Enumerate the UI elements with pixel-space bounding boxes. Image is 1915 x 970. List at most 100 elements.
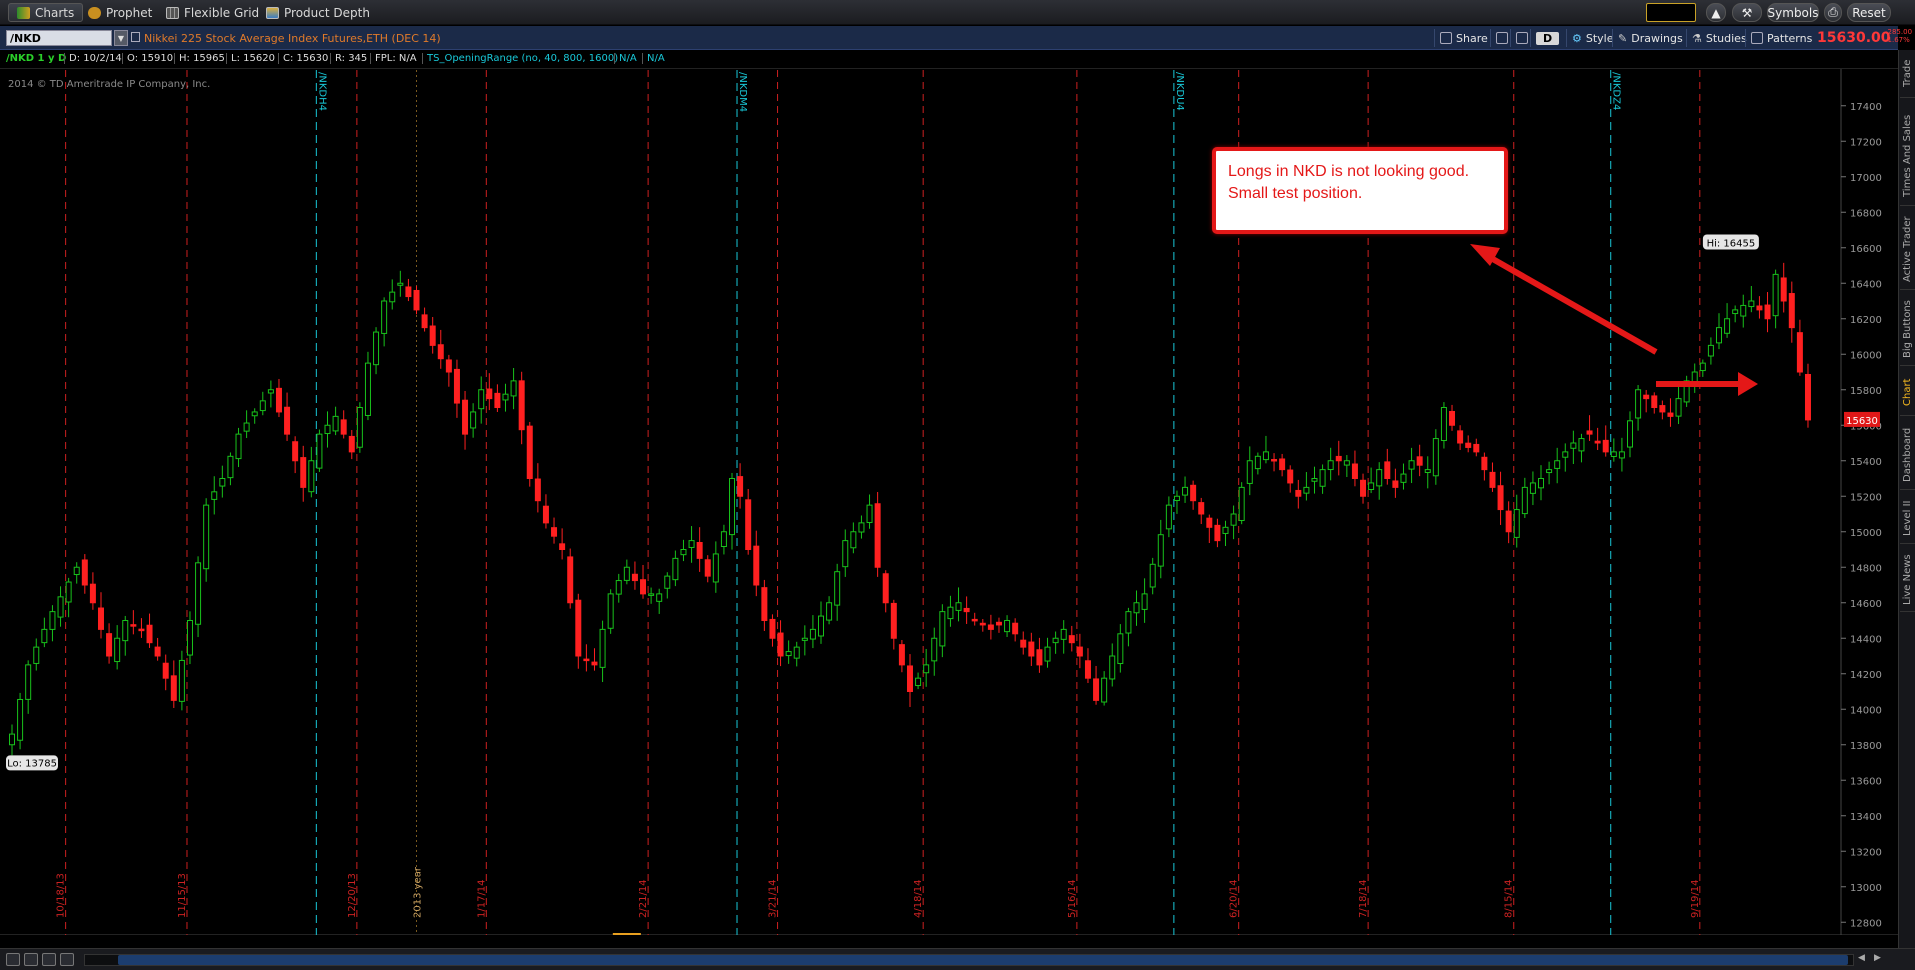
candle-body [648, 593, 655, 596]
candle-body [963, 607, 970, 613]
scrollbar-thumb[interactable] [118, 955, 1848, 965]
candle-body [1699, 362, 1706, 372]
magnifier-icon[interactable] [42, 953, 56, 966]
candle-body [1635, 389, 1642, 419]
candle-body [1643, 394, 1650, 400]
patterns-icon [1751, 32, 1763, 44]
symbol-period[interactable]: /NKD 1 y D [6, 53, 66, 64]
side-tab-active-trader[interactable]: Active Trader [1900, 210, 1915, 290]
drawing-tool-icon[interactable] [60, 953, 74, 966]
candle-body [591, 661, 598, 666]
zoom-in-icon[interactable] [6, 953, 20, 966]
printer-icon[interactable]: ⎙ [1824, 3, 1842, 22]
annotation-arrow-head [1738, 372, 1758, 396]
chart-status-bar: ◀ ▶ [0, 948, 1915, 970]
side-tab-times-and-sales[interactable]: Times And Sales [1900, 106, 1915, 206]
studies-button[interactable]: ⚗ Studies [1686, 29, 1752, 47]
side-tab-big-buttons[interactable]: Big Buttons [1900, 294, 1915, 366]
candle-body [1432, 438, 1439, 477]
tab-flexible-grid[interactable]: Flexible Grid [158, 3, 267, 22]
candle-body [397, 282, 404, 286]
candle-body [17, 698, 24, 741]
candle-body [955, 602, 962, 611]
scroll-right-icon[interactable]: ▶ [1874, 953, 1881, 963]
candle-body [672, 557, 679, 581]
symbol-description: Nikkei 225 Stock Average Index Futures,E… [144, 32, 441, 45]
candle-body [1546, 469, 1553, 474]
candle-body [664, 575, 671, 589]
candle-body [1521, 486, 1528, 515]
candle-body [890, 602, 897, 639]
link-icon [1516, 32, 1528, 44]
side-tab-chart[interactable]: Chart [1900, 370, 1915, 416]
side-tab-dashboard[interactable]: Dashboard [1900, 420, 1915, 490]
tab-prophet[interactable]: Prophet [80, 3, 160, 22]
share-button[interactable]: Share [1434, 29, 1493, 47]
candle-body [834, 571, 841, 606]
candle-body [437, 344, 444, 360]
month-marker-label: 6/20/14 [1229, 879, 1240, 918]
y-tick-label: 13600 [1850, 776, 1882, 787]
candle-body [178, 659, 185, 702]
candle-body [737, 476, 744, 497]
tools-icon[interactable]: ⚒ [1732, 3, 1762, 22]
tab-prophet-label: Prophet [106, 5, 153, 20]
flask-icon: ⚗ [1692, 31, 1702, 45]
symbol-info-icon[interactable] [131, 32, 140, 42]
candle-body [1343, 460, 1350, 466]
share-icon [1440, 32, 1452, 44]
candle-body [1295, 489, 1302, 497]
last-price-tag: 15630 [1846, 416, 1878, 427]
tab-product-depth[interactable]: Product Depth [258, 3, 378, 22]
study-label[interactable]: TS_OpeningRange (no, 40, 800, 1600) [422, 53, 618, 64]
candle-body [615, 580, 622, 595]
candle-body [413, 289, 420, 311]
candle-body [1756, 305, 1763, 311]
chevron-down-icon[interactable]: ▼ [114, 30, 128, 46]
reset-button[interactable]: Reset [1847, 3, 1891, 22]
candle-body [1538, 478, 1545, 489]
alert-icon[interactable]: ▲ [1706, 3, 1726, 22]
symbol-input[interactable] [6, 30, 112, 46]
candle-body [1182, 486, 1189, 496]
side-tab-live-news[interactable]: Live News [1900, 548, 1915, 612]
y-tick-label: 14800 [1850, 563, 1882, 574]
candle-body [712, 553, 719, 583]
candle-body [518, 380, 525, 431]
annotation-box[interactable]: Longs in NKD is not looking good. Small … [1212, 147, 1508, 234]
y-tick-label: 14600 [1850, 599, 1882, 610]
candle-body [203, 504, 210, 570]
period-button[interactable]: D [1530, 29, 1564, 47]
candle-body [729, 478, 736, 536]
expiry-marker-label: /NKDM4 [737, 72, 748, 112]
candle-body [1416, 456, 1423, 466]
candle-body [1044, 646, 1051, 662]
side-tab-level-ii[interactable]: Level II [1900, 494, 1915, 544]
candle-body [793, 646, 800, 659]
candle-body [688, 540, 695, 548]
candle-body [631, 573, 638, 582]
month-marker-label: 1/17/14 [476, 879, 487, 918]
tab-flexible-grid-label: Flexible Grid [184, 5, 260, 20]
scroll-left-icon[interactable]: ◀ [1858, 953, 1865, 963]
candle-body [25, 664, 32, 700]
style-button[interactable]: ⚙ Style [1566, 29, 1619, 47]
side-tab-trade[interactable]: Trade [1900, 50, 1915, 98]
candle-body [356, 407, 363, 448]
symbols-button[interactable]: Symbols [1767, 3, 1819, 22]
candle-body [1287, 469, 1294, 484]
candle-body [1279, 458, 1286, 471]
patterns-button[interactable]: Patterns [1745, 29, 1817, 47]
price-chart[interactable]: 12800 13000 13200 13400 13600 13800 14000 14200… [0, 69, 1898, 935]
candle-body [243, 422, 250, 432]
tab-charts[interactable]: Charts [8, 3, 84, 22]
candle-body [41, 628, 48, 644]
zoom-out-icon[interactable] [24, 953, 38, 966]
candle-body [1489, 471, 1496, 488]
candle-body [866, 504, 873, 524]
candle-body [1440, 407, 1447, 442]
candle-body [1093, 678, 1100, 701]
drawings-button[interactable]: ✎ Drawings [1612, 29, 1688, 47]
color-swatch[interactable] [1646, 3, 1696, 22]
candle-body [348, 435, 355, 453]
